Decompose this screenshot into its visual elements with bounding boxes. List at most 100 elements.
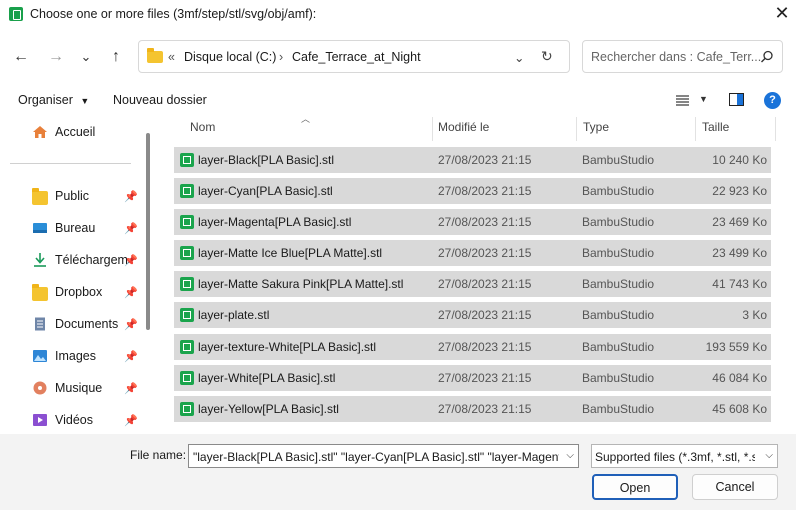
chevron-down-icon[interactable]: ⌵ bbox=[765, 450, 773, 461]
file-name-value[interactable]: "layer-Black[PLA Basic].stl" "layer-Cyan… bbox=[193, 450, 559, 464]
file-type: BambuStudio bbox=[582, 308, 655, 322]
file-row[interactable]: layer-plate.stl 27/08/2023 21:15 BambuSt… bbox=[174, 302, 771, 328]
file-row[interactable]: layer-texture-White[PLA Basic].stl 27/08… bbox=[174, 334, 771, 360]
file-date: 27/08/2023 21:15 bbox=[438, 371, 532, 385]
file-row[interactable]: layer-Matte Ice Blue[PLA Matte].stl 27/0… bbox=[174, 240, 771, 266]
file-size: 22 923 Ko bbox=[712, 184, 767, 198]
file-type: BambuStudio bbox=[582, 371, 655, 385]
stl-file-icon bbox=[180, 184, 194, 198]
view-options-icon[interactable] bbox=[676, 94, 690, 109]
recent-locations-button[interactable]: ⌄ bbox=[74, 46, 98, 68]
sidebar-item-telechargements[interactable]: Téléchargem 📌 bbox=[32, 246, 142, 276]
search-input[interactable]: Rechercher dans : Cafe_Terr... bbox=[591, 50, 761, 64]
breadcrumb-separator: › bbox=[279, 50, 284, 64]
sidebar-item-accueil[interactable]: Accueil bbox=[32, 118, 142, 148]
file-row[interactable]: layer-Matte Sakura Pink[PLA Matte].stl 2… bbox=[174, 271, 771, 297]
column-divider[interactable] bbox=[432, 117, 433, 141]
help-icon[interactable]: ? bbox=[764, 92, 781, 109]
address-dropdown-icon[interactable]: ⌄ bbox=[514, 50, 524, 65]
file-row[interactable]: layer-White[PLA Basic].stl 27/08/2023 21… bbox=[174, 365, 771, 391]
organize-menu[interactable]: Organiser ▼ bbox=[18, 93, 89, 107]
address-overflow-chevron[interactable]: « bbox=[168, 50, 175, 64]
pin-icon[interactable]: 📌 bbox=[124, 286, 138, 299]
cancel-button[interactable]: Cancel bbox=[692, 474, 778, 500]
sidebar-item-images[interactable]: Images 📌 bbox=[32, 342, 142, 372]
stl-file-icon bbox=[180, 371, 194, 385]
file-row[interactable]: layer-Cyan[PLA Basic].stl 27/08/2023 21:… bbox=[174, 178, 771, 204]
file-row[interactable]: layer-Magenta[PLA Basic].stl 27/08/2023 … bbox=[174, 209, 771, 235]
column-header-type[interactable]: Type bbox=[583, 120, 609, 134]
title-bar: Choose one or more files (3mf/step/stl/s… bbox=[0, 0, 796, 30]
sidebar-item-documents[interactable]: Documents 📌 bbox=[32, 310, 142, 340]
search-icon[interactable] bbox=[760, 50, 774, 64]
sidebar-item-public[interactable]: Public 📌 bbox=[32, 182, 142, 212]
folder-icon bbox=[32, 284, 48, 301]
column-header-size[interactable]: Taille bbox=[702, 120, 729, 134]
stl-file-icon bbox=[180, 246, 194, 260]
download-icon bbox=[34, 253, 46, 267]
file-date: 27/08/2023 21:15 bbox=[438, 402, 532, 416]
pin-icon[interactable]: 📌 bbox=[124, 254, 138, 267]
file-row[interactable]: layer-Yellow[PLA Basic].stl 27/08/2023 2… bbox=[174, 396, 771, 422]
file-size: 193 559 Ko bbox=[705, 340, 767, 354]
chevron-down-icon: ▼ bbox=[80, 96, 90, 106]
address-bar[interactable]: « Disque local (C:) › Cafe_Terrace_at_Ni… bbox=[138, 40, 570, 73]
sidebar-item-bureau[interactable]: Bureau 📌 bbox=[32, 214, 142, 244]
file-row[interactable]: layer-Black[PLA Basic].stl 27/08/2023 21… bbox=[174, 147, 771, 173]
breadcrumb-folder[interactable]: Cafe_Terrace_at_Night bbox=[292, 50, 421, 64]
music-icon bbox=[33, 381, 47, 395]
file-type: BambuStudio bbox=[582, 277, 655, 291]
file-name-field[interactable]: "layer-Black[PLA Basic].stl" "layer-Cyan… bbox=[188, 444, 579, 468]
breadcrumb-drive[interactable]: Disque local (C:) bbox=[184, 50, 276, 64]
sidebar-item-label: Accueil bbox=[55, 125, 96, 139]
documents-icon bbox=[35, 317, 45, 331]
search-box[interactable]: Rechercher dans : Cafe_Terr... bbox=[582, 40, 783, 73]
close-button[interactable]: ✕ bbox=[770, 2, 794, 26]
stl-file-icon bbox=[180, 308, 194, 322]
file-date: 27/08/2023 21:15 bbox=[438, 153, 532, 167]
view-chevron-icon[interactable]: ▼ bbox=[699, 94, 708, 104]
sidebar-item-label: Téléchargem bbox=[55, 253, 128, 267]
file-size: 41 743 Ko bbox=[712, 277, 767, 291]
file-type: BambuStudio bbox=[582, 246, 655, 260]
file-size: 23 499 Ko bbox=[712, 246, 767, 260]
refresh-icon[interactable]: ↻ bbox=[541, 48, 553, 65]
pin-icon[interactable]: 📌 bbox=[124, 318, 138, 331]
dialog-title: Choose one or more files (3mf/step/stl/s… bbox=[30, 7, 317, 21]
forward-button[interactable]: → bbox=[44, 46, 68, 68]
file-type: BambuStudio bbox=[582, 215, 655, 229]
file-name: layer-Magenta[PLA Basic].stl bbox=[198, 215, 352, 229]
bambu-app-icon bbox=[9, 7, 23, 21]
pin-icon[interactable]: 📌 bbox=[124, 222, 138, 235]
column-divider[interactable] bbox=[775, 117, 776, 141]
pin-icon[interactable]: 📌 bbox=[124, 190, 138, 203]
column-divider[interactable] bbox=[576, 117, 577, 141]
sort-ascending-icon: ︿ bbox=[301, 114, 311, 124]
open-button[interactable]: Open bbox=[592, 474, 678, 500]
chevron-down-icon[interactable]: ⌵ bbox=[566, 450, 574, 461]
up-button[interactable]: ↑ bbox=[104, 46, 128, 68]
file-type-select[interactable]: Supported files (*.3mf, *.stl, *.st ⌵ bbox=[591, 444, 778, 468]
file-date: 27/08/2023 21:15 bbox=[438, 215, 532, 229]
stl-file-icon bbox=[180, 153, 194, 167]
file-name: layer-Yellow[PLA Basic].stl bbox=[198, 402, 339, 416]
back-button[interactable]: ← bbox=[9, 46, 33, 68]
sidebar-item-dropbox[interactable]: Dropbox 📌 bbox=[32, 278, 142, 308]
column-divider[interactable] bbox=[695, 117, 696, 141]
stl-file-icon bbox=[180, 402, 194, 416]
new-folder-button[interactable]: Nouveau dossier bbox=[113, 93, 207, 107]
preview-pane-icon[interactable] bbox=[729, 93, 744, 109]
file-name: layer-plate.stl bbox=[198, 308, 270, 322]
pin-icon[interactable]: 📌 bbox=[124, 350, 138, 363]
sidebar-item-musique[interactable]: Musique 📌 bbox=[32, 374, 142, 404]
column-header-name[interactable]: Nom bbox=[190, 120, 215, 134]
sidebar-item-label: Public bbox=[55, 189, 90, 203]
file-date: 27/08/2023 21:15 bbox=[438, 246, 532, 260]
pin-icon[interactable]: 📌 bbox=[124, 414, 138, 427]
column-header-modified[interactable]: Modifié le bbox=[438, 120, 489, 134]
desktop-icon bbox=[33, 223, 47, 233]
file-type: BambuStudio bbox=[582, 184, 655, 198]
sidebar-item-videos[interactable]: Vidéos 📌 bbox=[32, 406, 142, 436]
sidebar-scrollbar[interactable] bbox=[146, 133, 150, 330]
pin-icon[interactable]: 📌 bbox=[124, 382, 138, 395]
